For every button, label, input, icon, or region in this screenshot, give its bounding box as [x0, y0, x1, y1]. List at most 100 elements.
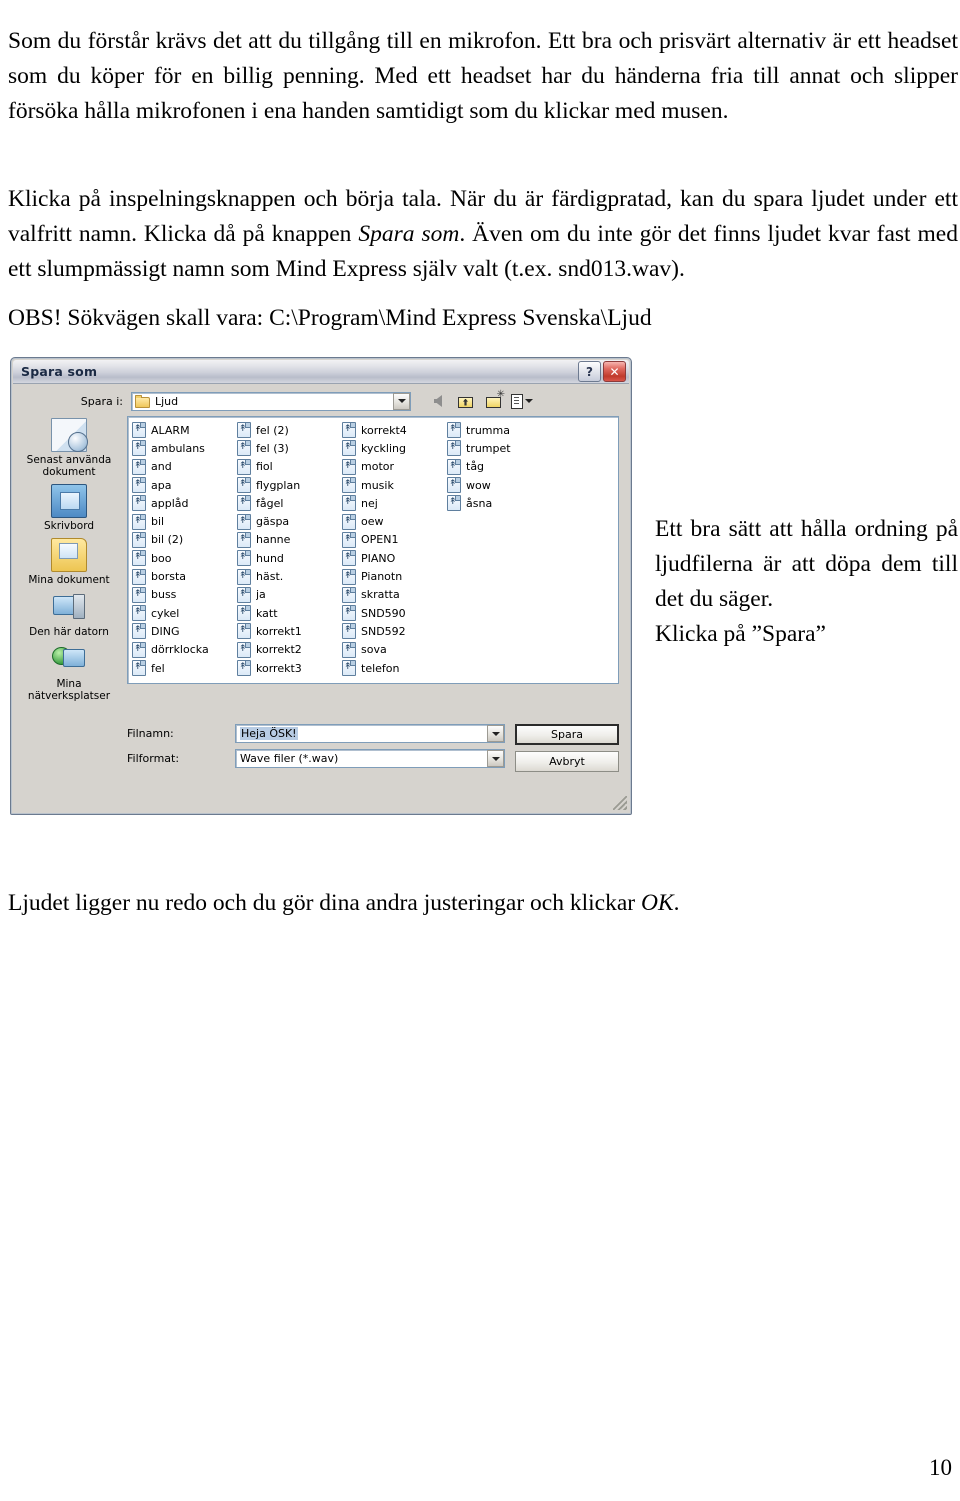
place-my-network-places[interactable]: Mina nätverksplatser	[17, 644, 121, 702]
wav-file-icon	[237, 623, 251, 640]
file-name-label: häst.	[256, 570, 284, 584]
file-name-label: borsta	[151, 570, 187, 584]
place-recent-documents[interactable]: Senast använda dokument	[17, 418, 121, 478]
file-name-label: korrekt3	[256, 661, 302, 675]
file-name-label: musik	[361, 478, 394, 492]
file-list[interactable]: ALARM ambulans and apa applåd bil bil (2) boo bo…	[127, 416, 619, 684]
file-list-item[interactable]: bil (2)	[132, 531, 237, 549]
filetype-select[interactable]: Wave filer (*.wav)	[235, 749, 505, 768]
file-name-label: trumpet	[466, 441, 511, 455]
chevron-down-icon[interactable]	[393, 392, 410, 410]
file-list-item[interactable]: dörrklocka	[132, 641, 237, 659]
file-list-item[interactable]: and	[132, 458, 237, 476]
file-list-item[interactable]: tåg	[447, 458, 552, 476]
file-list-item[interactable]: telefon	[342, 659, 447, 677]
new-folder-icon[interactable]	[483, 390, 505, 411]
wav-file-icon	[342, 440, 356, 457]
file-name-label: fel (3)	[256, 441, 289, 455]
close-icon[interactable]: ✕	[603, 361, 626, 382]
file-list-item[interactable]: flygplan	[237, 476, 342, 494]
place-desktop[interactable]: Skrivbord	[17, 484, 121, 532]
file-list-item[interactable]: skratta	[342, 586, 447, 604]
file-list-item[interactable]: OPEN1	[342, 531, 447, 549]
file-list-item[interactable]: gäspa	[237, 512, 342, 530]
wav-file-icon	[132, 495, 146, 512]
file-list-item[interactable]: borsta	[132, 567, 237, 585]
file-list-item[interactable]: fel (3)	[237, 439, 342, 457]
wav-file-icon	[132, 605, 146, 622]
help-button[interactable]: ?	[578, 361, 601, 382]
place-my-computer[interactable]: Den här datorn	[17, 592, 121, 638]
file-list-item[interactable]: SND592	[342, 622, 447, 640]
cancel-button[interactable]: Avbryt	[515, 751, 619, 772]
file-list-item[interactable]: korrekt2	[237, 641, 342, 659]
save-button[interactable]: Spara	[515, 724, 619, 745]
file-list-item[interactable]: oew	[342, 512, 447, 530]
file-list-item[interactable]: korrekt1	[237, 622, 342, 640]
file-list-item[interactable]: kyckling	[342, 439, 447, 457]
look-in-combobox[interactable]: Ljud	[131, 391, 411, 411]
file-name-label: korrekt1	[256, 624, 302, 638]
file-list-item[interactable]: fiol	[237, 458, 342, 476]
file-list-item[interactable]: applåd	[132, 494, 237, 512]
file-list-item[interactable]: DING	[132, 622, 237, 640]
file-list-item[interactable]: sova	[342, 641, 447, 659]
filename-chevron-down-icon[interactable]	[487, 725, 504, 742]
file-list-item[interactable]: SND590	[342, 604, 447, 622]
up-one-level-icon[interactable]	[455, 391, 477, 411]
place-label: Den här datorn	[29, 626, 109, 638]
file-list-item[interactable]: fel (2)	[237, 421, 342, 439]
file-list-item[interactable]: boo	[132, 549, 237, 567]
file-list-item[interactable]: hanne	[237, 531, 342, 549]
back-icon[interactable]	[427, 391, 449, 411]
file-name-label: katt	[256, 606, 278, 620]
file-list-item[interactable]: trumpet	[447, 439, 552, 457]
filename-label: Filnamn:	[127, 727, 174, 740]
file-list-item[interactable]: cykel	[132, 604, 237, 622]
file-list-item[interactable]: fågel	[237, 494, 342, 512]
file-list-item[interactable]: buss	[132, 586, 237, 604]
resize-grip[interactable]	[613, 796, 627, 810]
wav-file-icon	[447, 440, 461, 457]
file-list-item[interactable]: korrekt4	[342, 421, 447, 439]
save-as-dialog[interactable]: Spara som ? ✕ Spara i: Ljud ✳ Senast anv…	[10, 357, 632, 815]
my-computer-icon	[52, 592, 86, 624]
filetype-chevron-down-icon[interactable]	[487, 750, 504, 767]
file-list-item[interactable]: fel	[132, 659, 237, 677]
callout-1: Ett bra sätt att hålla ordning på ljudfi…	[655, 515, 958, 612]
place-my-documents[interactable]: Mina dokument	[17, 538, 121, 586]
wav-file-icon	[237, 550, 251, 567]
wav-file-icon	[342, 422, 356, 439]
bottom-paragraph: Ljudet ligger nu redo och du gör dina an…	[8, 886, 958, 921]
file-list-item[interactable]: musik	[342, 476, 447, 494]
file-name-label: applåd	[151, 496, 189, 510]
file-list-item[interactable]: hund	[237, 549, 342, 567]
file-list-item[interactable]: ambulans	[132, 439, 237, 457]
file-list-item[interactable]: apa	[132, 476, 237, 494]
wav-file-icon	[447, 477, 461, 494]
file-name-label: åsna	[466, 496, 493, 510]
wav-file-icon	[237, 440, 251, 457]
wav-file-icon	[342, 586, 356, 603]
file-name-label: ambulans	[151, 441, 205, 455]
file-list-item[interactable]: PIANO	[342, 549, 447, 567]
file-list-item[interactable]: wow	[447, 476, 552, 494]
filename-input[interactable]: Heja ÖSK!	[235, 724, 505, 743]
file-list-item[interactable]: åsna	[447, 494, 552, 512]
dialog-titlebar[interactable]: Spara som ? ✕	[13, 360, 629, 384]
dialog-fields: Filnamn: Heja ÖSK! Filformat: Wave filer…	[13, 716, 629, 774]
wav-file-icon	[132, 531, 146, 548]
file-list-item[interactable]: motor	[342, 458, 447, 476]
file-list-item[interactable]: nej	[342, 494, 447, 512]
file-list-item[interactable]: ALARM	[132, 421, 237, 439]
place-label: Skrivbord	[43, 520, 95, 532]
file-list-item[interactable]: Pianotn	[342, 567, 447, 585]
file-list-item[interactable]: korrekt3	[237, 659, 342, 677]
views-icon[interactable]	[511, 391, 533, 411]
file-list-item[interactable]: bil	[132, 512, 237, 530]
file-list-item[interactable]: trumma	[447, 421, 552, 439]
file-list-item[interactable]: häst.	[237, 567, 342, 585]
file-list-item[interactable]: ja	[237, 586, 342, 604]
paragraph-2-italic: Spara som	[358, 220, 460, 247]
file-list-item[interactable]: katt	[237, 604, 342, 622]
